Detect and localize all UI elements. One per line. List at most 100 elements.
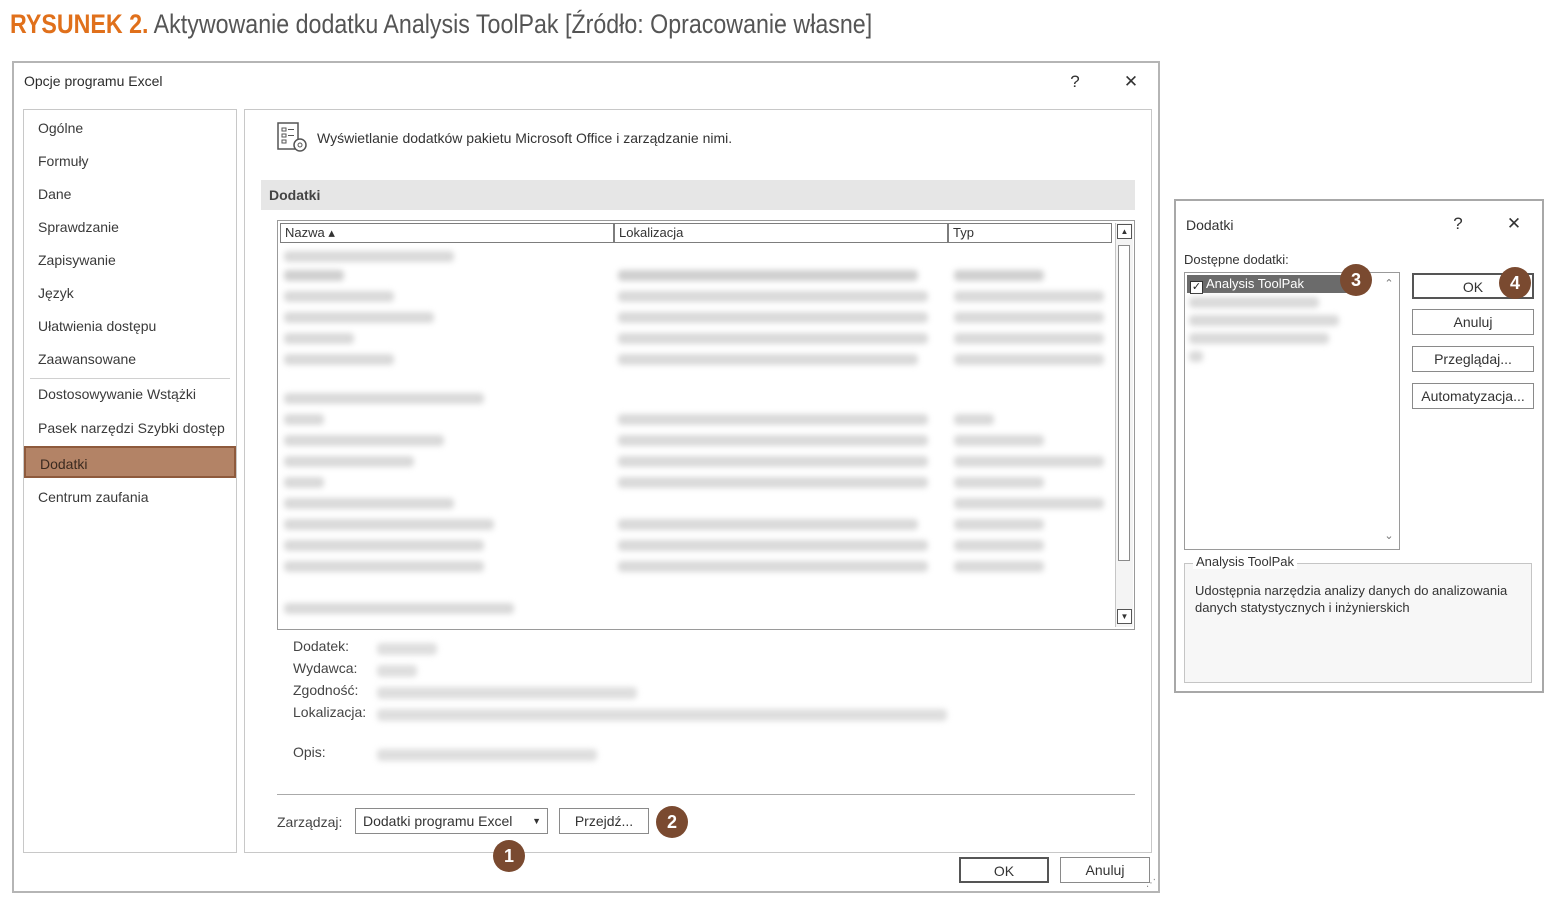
list-item[interactable] <box>284 312 434 323</box>
step-badge-2: 2 <box>656 806 688 838</box>
dropdown-caret-icon: ▼ <box>532 816 541 826</box>
excel-options-dialog: Opcje programu Excel ? ✕ Ogólne Formuły … <box>12 61 1160 893</box>
info-value <box>377 749 597 761</box>
list-item <box>954 270 1044 281</box>
scroll-down-icon[interactable]: ⌄ <box>1381 529 1397 542</box>
list-item <box>954 498 1104 509</box>
sidebar-item-szybki-dostep[interactable]: Pasek narzędzi Szybki dostęp <box>24 412 236 444</box>
list-item[interactable] <box>284 435 444 446</box>
checkbox-icon[interactable]: ✓ <box>1190 281 1203 294</box>
dialog-title: Opcje programu Excel <box>24 73 163 89</box>
sidebar-item-zaawansowane[interactable]: Zaawansowane <box>24 343 236 375</box>
list-item[interactable] <box>284 498 454 509</box>
list-item[interactable] <box>284 291 394 302</box>
cancel-button[interactable]: Anuluj <box>1060 857 1150 883</box>
sidebar-item-dane[interactable]: Dane <box>24 178 236 210</box>
list-item[interactable] <box>1189 297 1319 308</box>
figure-caption: RYSUNEK 2. Aktywowanie dodatku Analysis … <box>10 6 872 42</box>
column-header-location[interactable]: Lokalizacja <box>614 223 948 243</box>
list-item[interactable] <box>1189 333 1329 344</box>
list-item <box>618 333 928 344</box>
list-item[interactable] <box>284 354 394 365</box>
available-addins-list[interactable]: ✓ Analysis ToolPak ⌃ ⌄ <box>1184 272 1400 550</box>
list-item[interactable] <box>1189 315 1339 326</box>
list-item[interactable] <box>284 540 484 551</box>
info-label-publisher: Wydawca: <box>293 660 358 676</box>
caption-figure-label: RYSUNEK 2. <box>10 9 149 39</box>
list-scrollbar[interactable]: ⌃ ⌄ <box>1381 275 1397 547</box>
list-item[interactable] <box>1189 351 1203 362</box>
caption-text: Aktywowanie dodatku Analysis ToolPak [Źr… <box>153 9 873 39</box>
list-item <box>954 561 1044 572</box>
list-item-analysis-toolpak[interactable]: ✓ Analysis ToolPak <box>1187 275 1347 294</box>
addins-dialog-title: Dodatki <box>1186 217 1234 233</box>
step-badge-1: 1 <box>493 840 525 872</box>
list-item[interactable] <box>284 477 324 488</box>
list-item[interactable] <box>284 456 414 467</box>
sidebar-item-sprawdzanie[interactable]: Sprawdzanie <box>24 211 236 243</box>
close-icon[interactable]: ✕ <box>1501 211 1527 237</box>
addins-cancel-button[interactable]: Anuluj <box>1412 309 1534 335</box>
sidebar-item-dodatki[interactable]: Dodatki <box>24 446 236 478</box>
panel-header: Wyświetlanie dodatków pakietu Microsoft … <box>317 130 733 146</box>
sidebar-item-wstazka[interactable]: Dostosowywanie Wstążki <box>24 378 236 410</box>
manage-select[interactable]: Dodatki programu Excel ▼ <box>355 808 548 834</box>
help-icon[interactable]: ? <box>1062 69 1088 95</box>
scroll-up-icon[interactable]: ⌃ <box>1381 277 1397 290</box>
addins-list[interactable]: Nazwa ▴ Lokalizacja Typ ▲ ▼ <box>277 220 1135 630</box>
help-icon[interactable]: ? <box>1445 211 1471 237</box>
list-item <box>954 519 1044 530</box>
list-item <box>954 354 1104 365</box>
list-item[interactable] <box>284 270 344 281</box>
list-item <box>618 414 928 425</box>
scroll-down-icon[interactable]: ▼ <box>1117 609 1132 624</box>
list-item[interactable] <box>284 333 354 344</box>
list-item[interactable] <box>284 519 494 530</box>
step-badge-4: 4 <box>1499 267 1531 299</box>
automation-button[interactable]: Automatyzacja... <box>1412 383 1534 409</box>
addin-description: Udostępnia narzędzia analizy danych do a… <box>1195 583 1508 615</box>
addins-icon <box>277 122 307 152</box>
info-value <box>377 665 417 677</box>
list-item <box>618 291 928 302</box>
list-item <box>618 354 918 365</box>
manage-label: Zarządzaj: <box>277 814 343 830</box>
scrollbar-thumb[interactable] <box>1118 245 1130 561</box>
addins-dialog: Dodatki ? ✕ Dostępne dodatki: ✓ Analysis … <box>1174 199 1544 693</box>
close-icon[interactable]: ✕ <box>1118 69 1144 95</box>
list-item <box>618 435 928 446</box>
list-item <box>954 435 1044 446</box>
group-title: Analysis ToolPak <box>1193 554 1298 569</box>
sidebar-item-zapisywanie[interactable]: Zapisywanie <box>24 244 236 276</box>
list-item[interactable] <box>284 561 484 572</box>
divider <box>277 794 1135 795</box>
info-label-compat: Zgodność: <box>293 682 359 698</box>
go-button[interactable]: Przejdź... <box>559 808 649 834</box>
list-item <box>618 540 928 551</box>
sidebar-item-formuly[interactable]: Formuły <box>24 145 236 177</box>
sidebar-item-ogolne[interactable]: Ogólne <box>24 112 236 144</box>
column-header-name[interactable]: Nazwa ▴ <box>280 223 614 243</box>
column-header-type[interactable]: Typ <box>948 223 1112 243</box>
info-label-desc: Opis: <box>293 744 326 760</box>
sidebar-item-ulatwienia[interactable]: Ułatwienia dostępu <box>24 310 236 342</box>
list-item <box>284 393 484 404</box>
list-scrollbar[interactable]: ▲ ▼ <box>1115 223 1133 627</box>
sidebar-item-jezyk[interactable]: Język <box>24 277 236 309</box>
info-value <box>377 643 437 655</box>
resize-grip-icon[interactable]: ⋰ <box>1146 878 1156 889</box>
scroll-up-icon[interactable]: ▲ <box>1117 224 1132 239</box>
available-addins-label: Dostępne dodatki: <box>1184 252 1289 267</box>
list-item <box>618 519 918 530</box>
sidebar-item-centrum-zaufania[interactable]: Centrum zaufania <box>24 481 236 513</box>
info-label-addin: Dodatek: <box>293 638 350 654</box>
list-item <box>618 561 928 572</box>
list-item <box>954 312 1104 323</box>
info-value <box>377 709 947 721</box>
list-item <box>954 540 1044 551</box>
section-title: Dodatki <box>261 180 1135 210</box>
list-item <box>954 414 994 425</box>
list-item[interactable] <box>284 414 324 425</box>
browse-button[interactable]: Przeglądaj... <box>1412 346 1534 372</box>
ok-button[interactable]: OK <box>959 857 1049 883</box>
